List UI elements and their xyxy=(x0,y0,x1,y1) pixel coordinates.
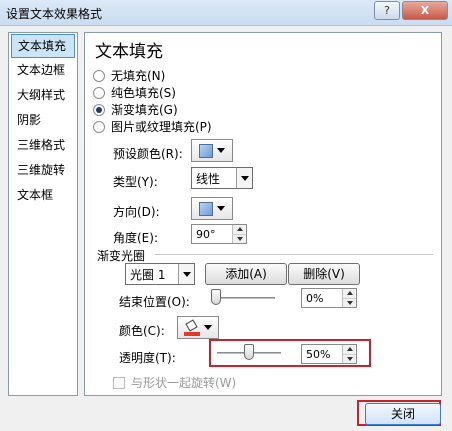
spin-down-button[interactable] xyxy=(343,298,356,307)
window-close-button[interactable]: X xyxy=(402,1,448,20)
spin-buttons[interactable] xyxy=(342,345,356,363)
chevron-down-icon xyxy=(217,206,225,211)
slider-thumb[interactable] xyxy=(211,289,221,305)
radio-gradient-fill[interactable]: 渐变填充(G) xyxy=(93,101,178,118)
section-divider xyxy=(155,254,433,255)
arrow-down-icon xyxy=(346,356,353,361)
radio-label: 图片或纹理填充(P) xyxy=(111,120,212,134)
type-label: 类型(Y): xyxy=(113,175,158,189)
sidebar-item-text-box[interactable]: 文本框 xyxy=(11,184,75,208)
end-position-value[interactable]: 0% xyxy=(302,292,342,305)
end-position-stepper[interactable]: 0% xyxy=(301,288,357,308)
sidebar-item-label: 文本框 xyxy=(17,188,54,202)
direction-button[interactable] xyxy=(191,197,233,220)
radio-label: 无填充(N) xyxy=(111,69,166,83)
spin-up-button[interactable] xyxy=(343,289,356,299)
color-label: 颜色(C): xyxy=(119,324,165,338)
end-position-label: 结束位置(O): xyxy=(119,295,190,309)
direction-label: 方向(D): xyxy=(113,205,160,219)
dropdown-arrow[interactable] xyxy=(236,168,252,188)
sidebar-item-label: 阴影 xyxy=(17,113,42,127)
sidebar-item-shadow[interactable]: 阴影 xyxy=(11,109,75,133)
spin-down-button[interactable] xyxy=(343,354,356,363)
panel-heading: 文本填充 xyxy=(95,42,163,62)
sidebar-item-outline-style[interactable]: 大纲样式 xyxy=(11,84,75,108)
angle-label: 角度(E): xyxy=(113,231,158,245)
radio-indicator[interactable] xyxy=(93,86,105,99)
angle-value[interactable]: 90° xyxy=(192,228,232,241)
close-icon: X xyxy=(420,4,430,17)
angle-stepper[interactable]: 90° xyxy=(191,224,247,244)
sidebar-item-label: 三维旋转 xyxy=(17,163,66,177)
close-button-wrapper: 关闭 xyxy=(357,400,441,426)
category-list: 文本填充 文本边框 大纲样式 阴影 三维格式 三维旋转 文本框 xyxy=(8,32,78,396)
gradient-stop-value: 光圈 1 xyxy=(130,267,166,282)
gradient-swatch-icon xyxy=(199,143,213,158)
transparency-value[interactable]: 50% xyxy=(302,348,342,361)
spin-buttons[interactable] xyxy=(232,225,246,243)
settings-panel: 文本填充 无填充(N) 纯色填充(S) 渐变填充(G) 图片或纹理填充(P) 预… xyxy=(84,32,442,396)
gradient-stops-label: 渐变光圈 xyxy=(97,249,146,263)
chevron-down-icon xyxy=(217,148,225,153)
radio-solid-fill[interactable]: 纯色填充(S) xyxy=(93,84,176,101)
end-position-slider[interactable] xyxy=(211,289,275,307)
transparency-stepper[interactable]: 50% xyxy=(301,344,357,364)
spin-up-button[interactable] xyxy=(343,345,356,355)
close-button[interactable]: 关闭 xyxy=(365,403,441,425)
sidebar-item-text-outline[interactable]: 文本边框 xyxy=(11,59,75,83)
transparency-slider[interactable] xyxy=(217,344,281,362)
title-bar: 设置文本效果格式 ? X xyxy=(0,0,452,26)
window-title: 设置文本效果格式 xyxy=(6,7,103,21)
preset-color-label: 预设颜色(R): xyxy=(113,147,183,161)
dropdown-arrow[interactable] xyxy=(178,264,194,284)
arrow-up-icon xyxy=(346,347,353,352)
slider-thumb[interactable] xyxy=(244,344,254,360)
preset-color-button[interactable] xyxy=(191,139,233,162)
radio-label: 渐变填充(G) xyxy=(111,103,178,117)
spin-up-button[interactable] xyxy=(233,225,246,235)
type-value: 线性 xyxy=(196,171,221,186)
chevron-down-icon xyxy=(204,325,212,330)
chevron-down-icon xyxy=(182,271,191,277)
radio-indicator[interactable] xyxy=(93,69,105,82)
radio-indicator[interactable] xyxy=(93,103,105,116)
add-stop-button[interactable]: 添加(A) xyxy=(205,263,287,285)
arrow-up-icon xyxy=(236,227,243,232)
checkbox-label: 与形状一起旋转(W) xyxy=(131,376,237,390)
delete-stop-button[interactable]: 删除(V) xyxy=(288,263,360,285)
gradient-stop-select[interactable]: 光圈 1 xyxy=(125,263,195,285)
direction-swatch-icon xyxy=(199,201,213,216)
arrow-down-icon xyxy=(236,236,243,241)
sidebar-item-3d-format[interactable]: 三维格式 xyxy=(11,134,75,158)
radio-label: 纯色填充(S) xyxy=(111,86,176,100)
sidebar-item-label: 文本填充 xyxy=(18,39,67,53)
sidebar-item-3d-rotation[interactable]: 三维旋转 xyxy=(11,159,75,183)
radio-picture-fill[interactable]: 图片或纹理填充(P) xyxy=(93,118,212,135)
chevron-down-icon xyxy=(240,175,249,181)
arrow-down-icon xyxy=(346,300,353,305)
type-select[interactable]: 线性 xyxy=(191,167,253,189)
arrow-up-icon xyxy=(346,291,353,296)
paint-bucket-icon xyxy=(184,318,200,336)
radio-no-fill[interactable]: 无填充(N) xyxy=(93,67,165,84)
spin-buttons[interactable] xyxy=(342,289,356,307)
spin-down-button[interactable] xyxy=(233,234,246,243)
help-button[interactable]: ? xyxy=(374,1,400,20)
transparency-label: 透明度(T): xyxy=(119,351,176,365)
checkbox-indicator[interactable] xyxy=(113,376,125,389)
color-picker-button[interactable] xyxy=(177,316,219,339)
sidebar-item-label: 大纲样式 xyxy=(17,88,66,102)
sidebar-item-text-fill[interactable]: 文本填充 xyxy=(11,34,75,58)
rotate-with-shape-checkbox[interactable]: 与形状一起旋转(W) xyxy=(113,374,236,391)
sidebar-item-label: 三维格式 xyxy=(17,138,66,152)
radio-indicator[interactable] xyxy=(93,120,105,133)
sidebar-item-label: 文本边框 xyxy=(17,63,66,77)
